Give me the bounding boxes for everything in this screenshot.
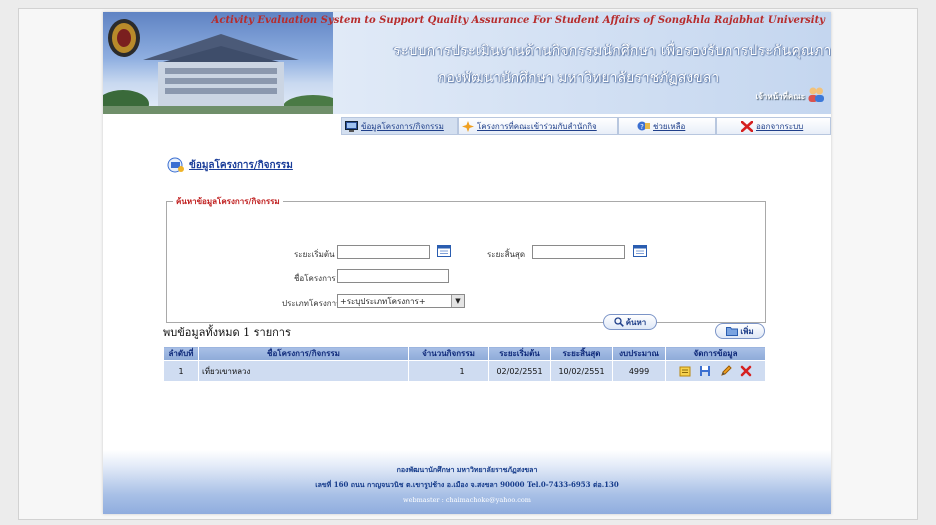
help-icon: ? — [637, 121, 650, 131]
search-legend: ค้นหาข้อมูลโครงการ/กิจกรรม — [176, 197, 280, 206]
cell-end: 10/02/2551 — [550, 360, 613, 382]
result-count-text: พบข้อมูลทั้งหมด 1 รายการ — [163, 326, 291, 339]
footer: กองพัฒนานักศึกษา มหาวิทยาลัยราชภัฏสงขลา … — [103, 450, 831, 514]
svg-text:?: ? — [640, 123, 644, 131]
menu-logout-label: ออกจากระบบ — [756, 121, 804, 131]
menu-joint-projects-label: โครงการที่คณะเข้าร่วมกับสำนักกิจ — [477, 121, 597, 131]
edit-icon[interactable] — [720, 365, 732, 377]
cell-start: 02/02/2551 — [488, 360, 551, 382]
chevron-down-icon: ▼ — [451, 295, 464, 307]
menu-help-label: ช่วยเหลือ — [653, 121, 686, 131]
page-container: Activity Evaluation System to Support Qu… — [103, 12, 831, 514]
header-banner: Activity Evaluation System to Support Qu… — [103, 12, 831, 114]
top-menu: ข้อมูลโครงการ/กิจกรรม โครงการที่คณะเข้าร… — [341, 117, 831, 135]
project-info-icon — [167, 157, 184, 173]
column-header-name: ชื่อโครงการ/กิจกรรม — [198, 346, 409, 361]
end-date-label: ระยะสิ้นสุด — [487, 250, 526, 259]
project-type-selected: +ระบุประเภทโครงการ+ — [340, 296, 426, 306]
delete-icon[interactable] — [740, 365, 752, 377]
monitor-icon — [345, 120, 358, 132]
project-name-label: ชื่อโครงการ — [294, 274, 336, 283]
cell-count: 1 — [408, 360, 489, 382]
column-header-start: ระยะเริ่มต้น — [488, 346, 551, 361]
close-x-icon — [741, 120, 753, 132]
building-banner-image — [103, 12, 333, 114]
start-calendar-icon[interactable] — [437, 245, 451, 257]
footer-address: เลขที่ 160 ถนน กาญจนวนิช ต.เขารูปช้าง อ.… — [315, 480, 619, 489]
cell-actions — [665, 360, 766, 382]
results-table: ลำดับที่ ชื่อโครงการ/กิจกรรม จำนวนกิจกรร… — [163, 346, 766, 382]
search-icon — [614, 317, 624, 327]
cell-name: เที่ยวเขาหลวง — [198, 360, 409, 382]
menu-joint-projects[interactable]: โครงการที่คณะเข้าร่วมกับสำนักกิจ — [458, 117, 618, 135]
footer-webmaster: webmaster : chaimachoke@yahoo.com — [403, 496, 531, 504]
folder-add-icon — [726, 327, 739, 336]
university-seal-logo — [108, 19, 140, 57]
menu-project-info-label: ข้อมูลโครงการ/กิจกรรม — [361, 121, 444, 131]
column-header-end: ระยะสิ้นสุด — [550, 346, 613, 361]
end-calendar-icon[interactable] — [633, 245, 647, 257]
user-group-icon — [808, 87, 824, 102]
table-row: 1 เที่ยวเขาหลวง 1 02/02/2551 10/02/2551 … — [163, 360, 766, 382]
view-details-icon[interactable] — [679, 365, 691, 377]
start-date-input[interactable] — [337, 245, 430, 259]
cell-budget: 4999 — [612, 360, 666, 382]
sparkle-icon — [462, 120, 474, 132]
search-button-label: ค้นหา — [625, 317, 647, 327]
add-button-label: เพิ่ม — [740, 326, 754, 336]
footer-org-name: กองพัฒนานักศึกษา มหาวิทยาลัยราชภัฏสงขลา — [396, 465, 538, 474]
save-icon[interactable] — [699, 365, 711, 377]
menu-logout[interactable]: ออกจากระบบ — [716, 117, 831, 135]
title-thai-line1: ระบบการประเมินงานด้านกิจกรรมนักศึกษา เพื… — [393, 43, 831, 59]
cell-no: 1 — [163, 360, 199, 382]
user-role-label: เจ้าหน้าที่คณะ — [755, 92, 806, 101]
column-header-no: ลำดับที่ — [163, 346, 199, 361]
start-date-label: ระยะเริ่มต้น — [294, 250, 335, 259]
menu-project-info[interactable]: ข้อมูลโครงการ/กิจกรรม — [341, 117, 458, 135]
project-type-label: ประเภทโครงการ — [282, 299, 341, 308]
table-header-row: ลำดับที่ ชื่อโครงการ/กิจกรรม จำนวนกิจกรร… — [163, 346, 766, 361]
section-title: ข้อมูลโครงการ/กิจกรรม — [167, 157, 293, 173]
end-date-input[interactable] — [532, 245, 625, 259]
section-title-text: ข้อมูลโครงการ/กิจกรรม — [189, 159, 293, 171]
project-type-select[interactable]: +ระบุประเภทโครงการ+ ▼ — [337, 294, 465, 308]
search-button[interactable]: ค้นหา — [603, 314, 657, 330]
add-button[interactable]: เพิ่ม — [715, 323, 765, 339]
title-thai-line2: กองพัฒนานักศึกษา มหาวิทยาลัยราชภัฏสงขลา — [438, 70, 720, 86]
column-header-budget: งบประมาณ — [612, 346, 666, 361]
column-header-manage: จัดการข้อมูล — [665, 346, 766, 361]
search-fieldset: ค้นหาข้อมูลโครงการ/กิจกรรม ระยะเริ่มต้น … — [166, 195, 766, 330]
menu-help[interactable]: ? ช่วยเหลือ — [618, 117, 716, 135]
column-header-count: จำนวนกิจกรรม — [408, 346, 489, 361]
title-english: Activity Evaluation System to Support Qu… — [211, 15, 825, 26]
project-name-input[interactable] — [337, 269, 449, 283]
